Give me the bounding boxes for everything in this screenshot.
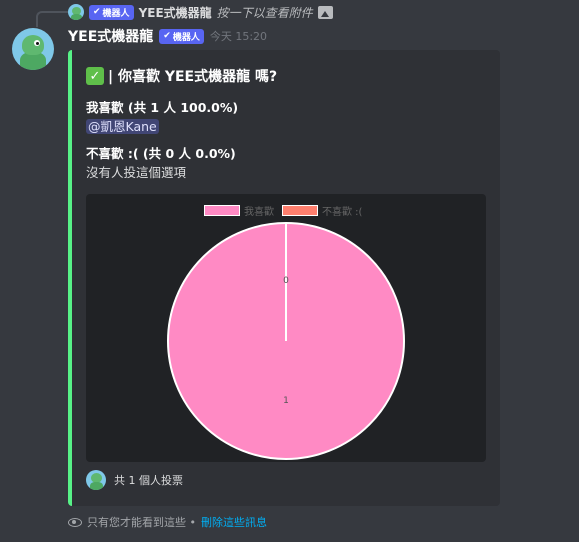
bot-tag-label: 機器人 (172, 32, 200, 43)
message-header: YEE式機器龍 ✔ 機器人 今天 15:20 (68, 26, 267, 46)
bot-tag: ✔ 機器人 (159, 28, 204, 44)
reply-avatar[interactable] (68, 4, 84, 20)
field-dislike-value: 沒有人投這個選項 (86, 165, 187, 180)
field-like-value: @凱恩Kane (86, 116, 159, 135)
embed-footer: 共 1 個人投票 (86, 470, 183, 490)
pie-data-label: 0 (283, 276, 289, 286)
eye-icon (68, 517, 82, 527)
image-attachment-icon (317, 5, 333, 19)
pie-chart-image[interactable]: 我喜歡 不喜歡 :( 10 (86, 194, 486, 462)
pie-svg: 10 (167, 222, 405, 460)
check-mark-icon: ✓ (86, 67, 104, 85)
dino-eye (34, 40, 40, 46)
reply-author[interactable]: YEE式機器龍 (139, 4, 212, 21)
avatar[interactable] (12, 28, 54, 70)
verified-check-icon: ✔ (163, 31, 171, 41)
dino-head (22, 35, 44, 55)
bot-tag-label: 機器人 (102, 8, 130, 19)
verified-check-icon: ✔ (93, 7, 101, 17)
ephemeral-notice: 只有您才能看到這些 • 刪除這些訊息 (68, 514, 267, 530)
footer-avatar (86, 470, 106, 490)
timestamp: 今天 15:20 (209, 30, 268, 43)
ephemeral-text: 只有您才能看到這些 • (87, 516, 196, 529)
reply-connector (36, 11, 68, 27)
embed-title: ✓ | 你喜歡 YEE式機器龍 嗎? (86, 66, 277, 86)
embed-title-text: | 你喜歡 YEE式機器龍 嗎? (108, 69, 278, 85)
dismiss-messages-link[interactable]: 刪除這些訊息 (201, 514, 267, 530)
reply-bot-tag: ✔ 機器人 (89, 4, 134, 20)
user-mention[interactable]: @凱恩Kane (86, 119, 159, 134)
author-name[interactable]: YEE式機器龍 (68, 26, 153, 46)
field-dislike-name: 不喜歡 :( (共 0 人 0.0%) (86, 146, 236, 161)
reply-text[interactable]: 按一下以查看附件 (217, 4, 313, 21)
reply-preview[interactable]: ✔ 機器人 YEE式機器龍 按一下以查看附件 (68, 3, 333, 21)
poll-embed: ✓ | 你喜歡 YEE式機器龍 嗎? 我喜歡 (共 1 人 100.0%) @凱… (68, 50, 500, 506)
pie-data-label: 1 (283, 396, 289, 406)
field-like-name: 我喜歡 (共 1 人 100.0%) (86, 100, 239, 115)
footer-text: 共 1 個人投票 (114, 474, 183, 487)
